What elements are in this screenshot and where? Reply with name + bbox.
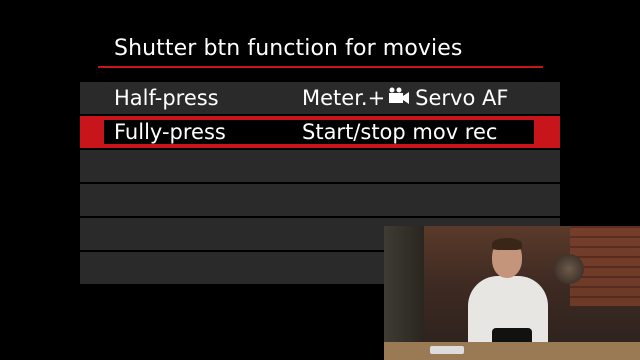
desk <box>384 342 640 360</box>
menu-row-empty <box>80 150 560 182</box>
menu-row-half-press[interactable]: Half-press Meter.+ Servo AF <box>80 82 560 114</box>
menu-row-value: Start/stop mov rec <box>302 120 498 144</box>
value-suffix: Servo AF <box>415 86 509 110</box>
menu-row-label: Half-press <box>114 86 219 110</box>
tablet-device <box>430 346 464 354</box>
studio-lamp <box>554 254 584 284</box>
value-prefix: Meter.+ <box>302 86 386 110</box>
camera-menu-screen: Shutter btn function for movies Half-pre… <box>0 0 640 360</box>
title-divider <box>98 66 543 68</box>
menu-title: Shutter btn function for movies <box>114 36 463 61</box>
menu-row-fully-press[interactable]: Fully-press Start/stop mov rec <box>80 116 560 148</box>
menu-row-label: Fully-press <box>114 120 226 144</box>
menu-row-empty <box>80 184 560 216</box>
menu-row-value: Meter.+ Servo AF <box>302 84 508 114</box>
presenter-hair <box>492 238 522 250</box>
movie-camera-icon <box>387 86 411 114</box>
window-area <box>384 226 424 360</box>
presenter-webcam-overlay <box>384 226 640 360</box>
